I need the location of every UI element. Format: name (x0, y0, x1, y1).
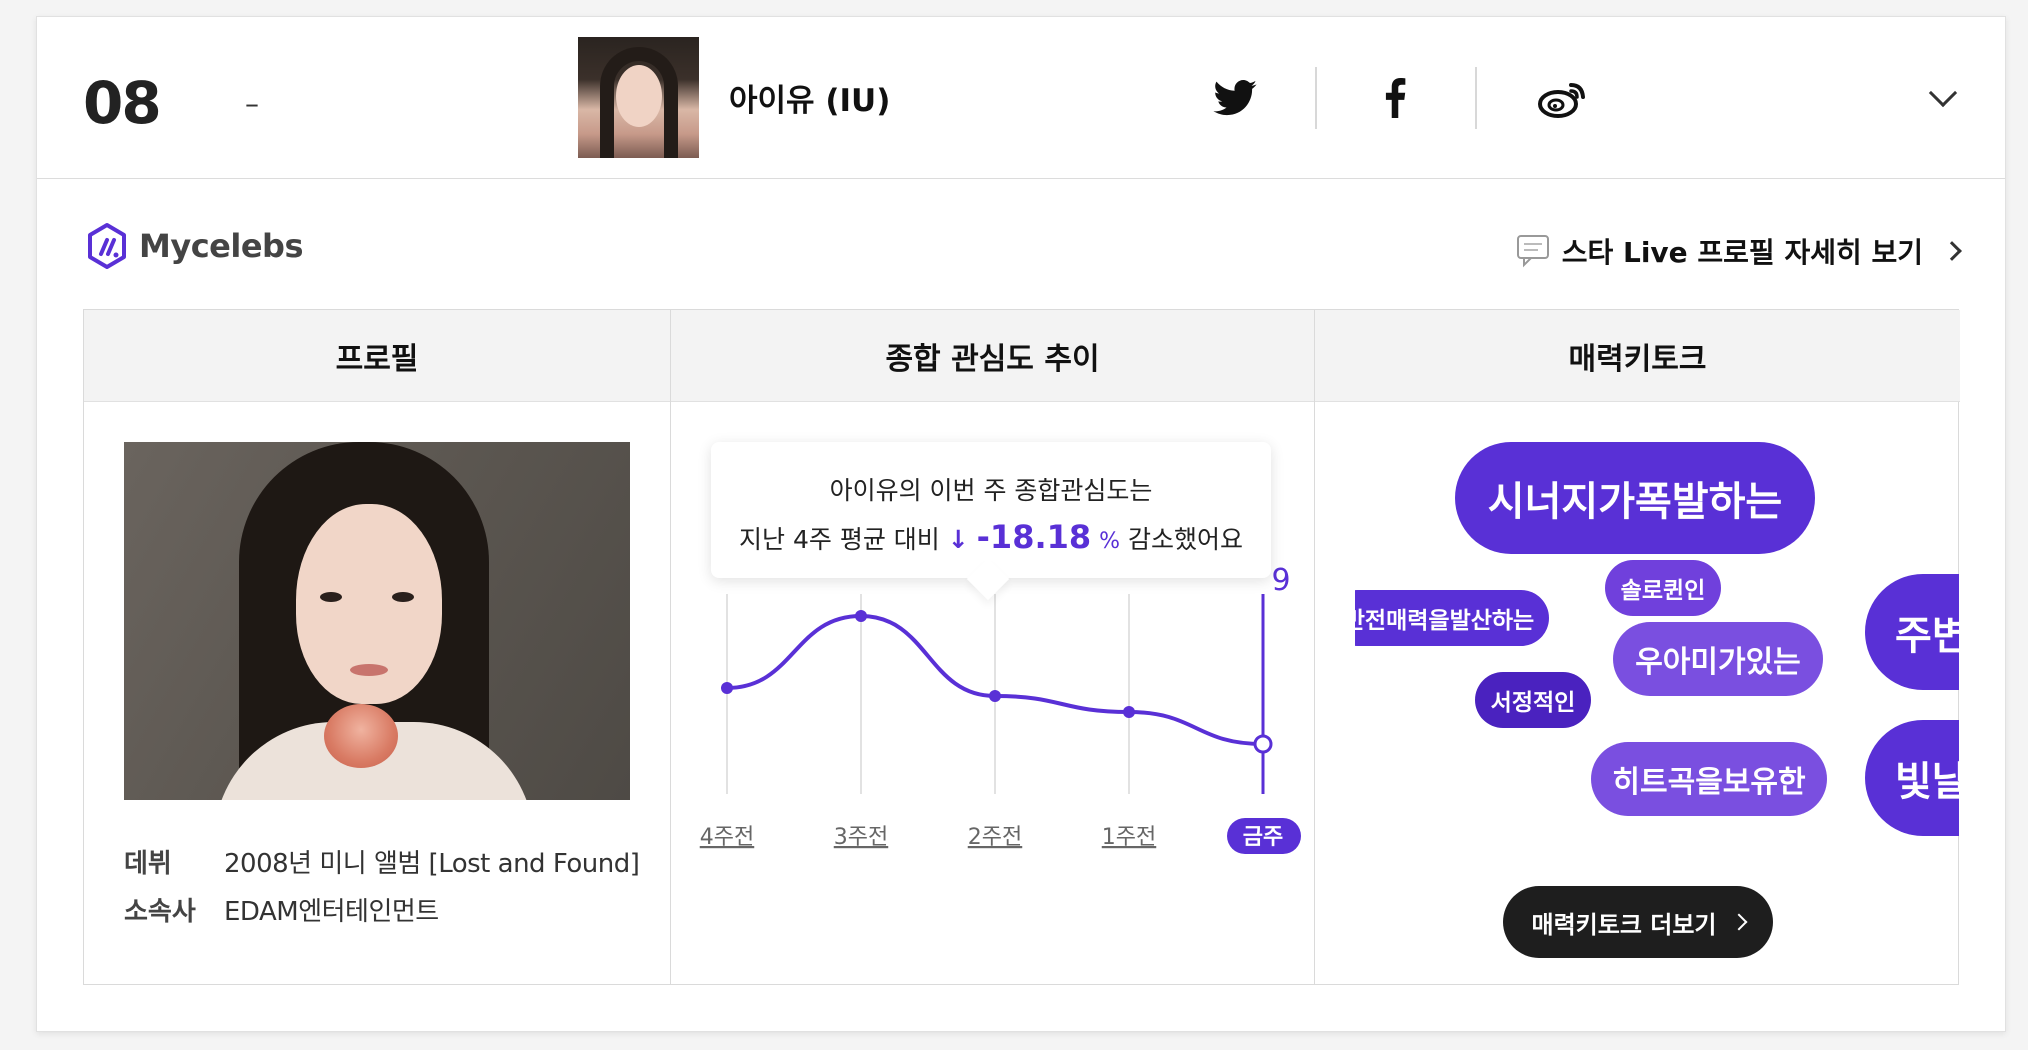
mycelebs-brand: Mycelebs (85, 222, 304, 270)
tooltip-line-1: 아이유의 이번 주 종합관심도는 (829, 476, 1153, 505)
trend-line-chart: 9 4주전 3주전 2주전 1주전 금주 (700, 563, 1301, 854)
divider (1475, 67, 1477, 129)
info-panel: 프로필 데뷔 2008년 미니 앨범 [Lost and Found] 소속사 (83, 309, 1960, 985)
keyword-column: 매력키토크 시너지가폭발하는 솔로퀸인 반전매력을발산하는 우아미가있는 주변 … (1314, 310, 1960, 984)
chevron-right-icon (1730, 913, 1747, 931)
profile-key: 데뷔 (124, 849, 172, 879)
expand-chevron-icon[interactable] (1928, 78, 1958, 108)
x-tick-label: 3주전 (834, 825, 888, 850)
keyword-chip[interactable]: 반전매력을발산하는 (1355, 590, 1549, 646)
tooltip-prefix: 지난 4주 평균 대비 (739, 525, 940, 554)
weibo-share-button[interactable] (1525, 65, 1601, 131)
twitter-share-button[interactable] (1197, 65, 1273, 131)
divider (1315, 67, 1317, 129)
weibo-icon (1538, 83, 1585, 118)
tooltip-suffix: 감소했어요 (1127, 525, 1243, 554)
artist-photo (124, 442, 630, 800)
chart-entry-card: 08 – 아이유 (IU) Mycelebs 스타 Live 프로필 자세히 보… (36, 16, 2006, 1032)
data-point (989, 690, 1001, 702)
speech-bubble-icon (1516, 235, 1549, 268)
data-point (1123, 706, 1135, 718)
x-tick-label: 2주전 (968, 825, 1022, 850)
keyword-chip[interactable]: 서정적인 (1475, 672, 1591, 728)
x-tick-label: 금주 (1243, 825, 1283, 850)
facebook-icon (1385, 78, 1406, 118)
rank-number: 08 (83, 69, 162, 137)
data-point (855, 610, 867, 622)
percent-unit: % (1099, 529, 1120, 554)
profile-link-label: 스타 Live 프로필 자세히 보기 (1561, 236, 1923, 269)
profile-value: EDAM엔터테인먼트 (224, 897, 439, 927)
keyword-cloud: 시너지가폭발하는 솔로퀸인 반전매력을발산하는 우아미가있는 주변 서정적인 히… (1355, 442, 1959, 842)
current-value-label: 9 (1271, 563, 1290, 598)
profile-key: 소속사 (124, 897, 196, 927)
trend-column: 종합 관심도 추이 9 4주전 3주전 2주전 1주전 금주 아이유의 이번 주 종합관심… (670, 310, 1314, 984)
mycelebs-logo-icon (88, 223, 126, 269)
brand-name: Mycelebs (139, 227, 304, 265)
x-tick-label: 1주전 (1102, 825, 1156, 850)
tooltip-line-2: 지난 4주 평균 대비 ↓ -18.18 % 감소했어요 (711, 514, 1271, 565)
profile-info: 데뷔 2008년 미니 앨범 [Lost and Found] 소속사 EDAM… (124, 840, 640, 936)
facebook-share-button[interactable] (1357, 65, 1433, 131)
profile-column: 프로필 데뷔 2008년 미니 앨범 [Lost and Found] 소속사 (84, 310, 670, 984)
keyword-chip[interactable]: 시너지가폭발하는 (1455, 442, 1815, 554)
keyword-chip[interactable]: 우아미가있는 (1613, 622, 1823, 696)
rank-change: – (245, 87, 259, 120)
more-keywords-label: 매력키토크 더보기 (1531, 910, 1717, 939)
data-point (721, 682, 733, 694)
keyword-chip[interactable]: 히트곡을보유한 (1591, 742, 1827, 816)
trend-tooltip: 아이유의 이번 주 종합관심도는 지난 4주 평균 대비 ↓ -18.18 % … (711, 442, 1271, 578)
column-header-profile: 프로필 (84, 310, 670, 402)
keyword-chip[interactable]: 빛날 (1865, 720, 1959, 836)
twitter-icon (1213, 80, 1257, 116)
profile-value: 2008년 미니 앨범 [Lost and Found] (224, 849, 640, 879)
keyword-chip[interactable]: 솔로퀸인 (1605, 560, 1721, 616)
profile-row-agency: 소속사 EDAM엔터테인먼트 (124, 888, 639, 936)
x-tick-label: 4주전 (700, 825, 754, 850)
chevron-right-icon (1942, 241, 1962, 261)
column-header-keywords: 매력키토크 (1315, 310, 1960, 402)
artist-thumbnail[interactable] (578, 37, 699, 158)
more-keywords-button[interactable]: 매력키토크 더보기 (1503, 886, 1773, 958)
current-point (1253, 734, 1273, 754)
star-live-profile-link[interactable]: 스타 Live 프로필 자세히 보기 (1516, 231, 1962, 271)
change-percent: -18.18 (976, 518, 1092, 556)
down-arrow-icon: ↓ (947, 525, 969, 554)
keyword-chip[interactable]: 주변 (1865, 574, 1959, 690)
artist-name[interactable]: 아이유 (IU) (729, 75, 890, 120)
entry-header[interactable]: 08 – 아이유 (IU) (37, 17, 2005, 179)
profile-row-debut: 데뷔 2008년 미니 앨범 [Lost and Found] (124, 840, 640, 888)
